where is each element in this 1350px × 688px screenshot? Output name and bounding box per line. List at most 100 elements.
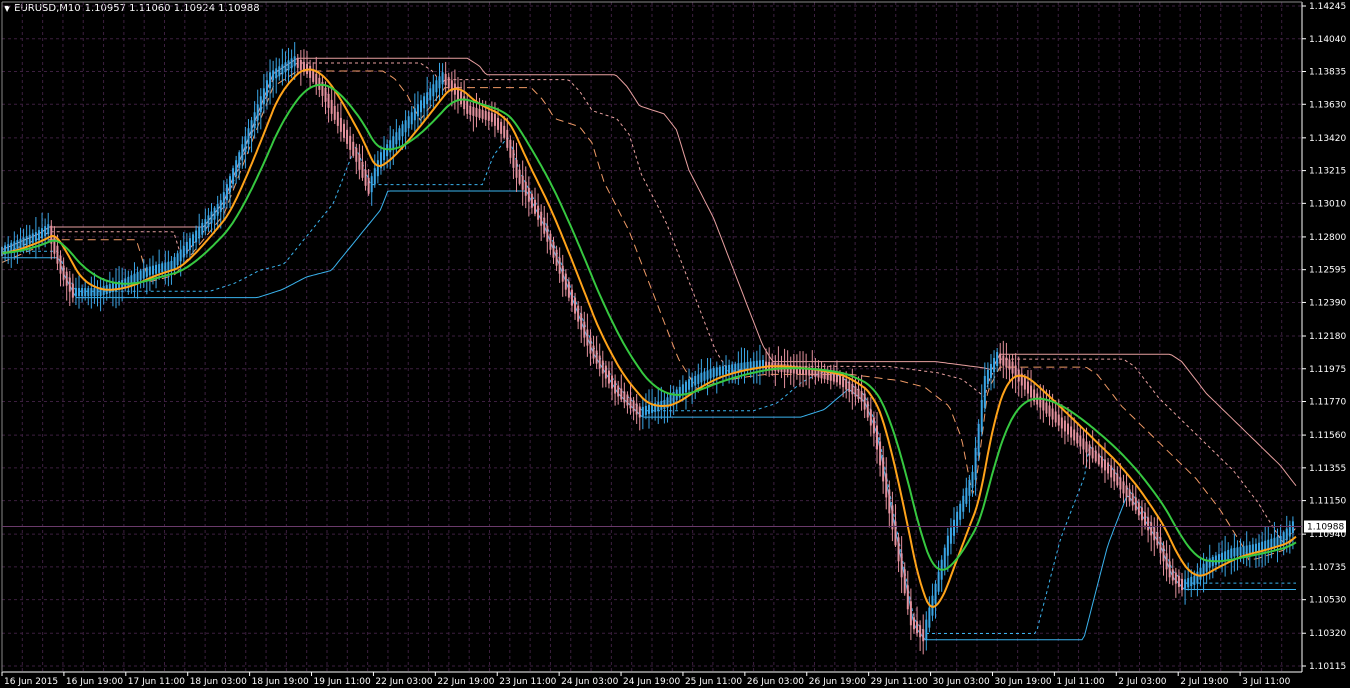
candle-body: [900, 553, 903, 578]
candle-body: [65, 271, 68, 286]
candle-body: [339, 117, 342, 132]
candle-body: [210, 211, 213, 224]
candle-body: [1236, 547, 1239, 556]
candle-body: [383, 148, 386, 161]
candle-body: [968, 479, 971, 496]
y-tick-label: 1.11770: [1309, 398, 1346, 408]
candle-body: [725, 365, 728, 375]
candle-body: [922, 629, 925, 642]
candle-body: [41, 228, 44, 239]
candle-body: [635, 403, 638, 415]
candle-body: [102, 286, 105, 296]
candle-body: [1042, 399, 1045, 411]
candle-body: [937, 571, 940, 592]
candle-body: [891, 505, 894, 530]
candle-body: [22, 237, 25, 247]
candle-body: [272, 70, 275, 81]
candle-body: [1245, 545, 1248, 555]
candle-body: [111, 283, 114, 293]
candle-body: [1057, 414, 1060, 426]
candle-body: [644, 405, 647, 415]
x-tick-label: 26 Jun 19:00: [809, 677, 866, 687]
candle-body: [127, 276, 130, 287]
candle-body: [247, 128, 250, 145]
candle-body: [290, 58, 293, 69]
candle-body: [1159, 537, 1162, 554]
candle-body: [472, 106, 475, 116]
candle-body: [903, 569, 906, 594]
candle-body: [1239, 546, 1242, 556]
candle-body: [426, 92, 429, 105]
candle-body: [524, 181, 527, 196]
candle-body: [663, 399, 666, 409]
candle-body: [980, 399, 983, 432]
candle-body: [398, 128, 401, 141]
y-tick-label: 1.13630: [1309, 100, 1346, 110]
candle-body: [1168, 561, 1171, 578]
candle-body: [278, 66, 281, 77]
x-tick-label: 1 Jul 11:00: [1056, 677, 1105, 687]
candle-body: [623, 391, 626, 403]
candle-body: [863, 393, 866, 410]
candle-body: [293, 56, 296, 67]
candle-body: [500, 121, 503, 134]
candle-body: [71, 283, 74, 298]
candle-body: [1144, 512, 1147, 526]
candle-body: [906, 585, 909, 610]
candle-body: [13, 241, 16, 251]
candle-body: [629, 397, 632, 409]
candle-body: [158, 264, 161, 273]
candle-body: [558, 257, 561, 274]
candle-body: [598, 355, 601, 369]
candle-body: [44, 226, 47, 237]
candle-body: [466, 101, 469, 114]
candle-body: [583, 321, 586, 338]
candle-body: [589, 337, 592, 354]
candle-body: [407, 116, 410, 129]
candle-body: [37, 230, 40, 241]
candle-body: [885, 473, 888, 498]
candle-body: [213, 207, 216, 220]
candle-body: [715, 367, 718, 376]
candle-body: [860, 391, 863, 402]
candle-body: [1023, 377, 1026, 390]
candle-body: [1008, 359, 1011, 370]
candle-body: [376, 160, 379, 177]
candle-body: [737, 363, 740, 372]
candle-body: [222, 192, 225, 209]
candle-body: [684, 381, 687, 393]
current-price-label: 1.10988: [1307, 522, 1344, 532]
candle-body: [703, 371, 706, 381]
candle-body: [1227, 549, 1230, 560]
y-tick-label: 1.11150: [1309, 497, 1346, 507]
candle-body: [1258, 542, 1261, 552]
candle-body: [176, 253, 179, 266]
candle-body: [842, 376, 845, 388]
candle-body: [463, 96, 466, 110]
candle-body: [543, 217, 546, 234]
candle-body: [1110, 465, 1113, 478]
candle-body: [136, 272, 139, 282]
candle-body: [983, 375, 986, 408]
candle-body: [669, 394, 672, 406]
candle-body: [1137, 502, 1140, 516]
candle-series: [1, 42, 1294, 655]
candle-body: [74, 288, 77, 297]
candle-body: [133, 273, 136, 284]
candle-body: [993, 357, 996, 372]
candle-body: [546, 225, 549, 242]
y-tick-label: 1.10320: [1309, 629, 1346, 639]
candle-body: [567, 281, 570, 298]
candle-body: [839, 374, 842, 385]
candle-body: [284, 62, 287, 73]
candle-body: [87, 288, 90, 297]
y-tick-label: 1.11560: [1309, 431, 1346, 441]
candle-body: [641, 406, 644, 416]
candle-body: [1208, 558, 1211, 568]
x-tick-label: 24 Jun 03:00: [561, 677, 618, 687]
candle-body: [81, 288, 84, 297]
candle-body: [848, 381, 851, 392]
candle-body: [959, 503, 962, 520]
price-chart[interactable]: 1.14245 1.14040 1.13835 1.13630 1.13420 1.132…: [0, 0, 1350, 688]
candle-body: [1153, 527, 1156, 541]
